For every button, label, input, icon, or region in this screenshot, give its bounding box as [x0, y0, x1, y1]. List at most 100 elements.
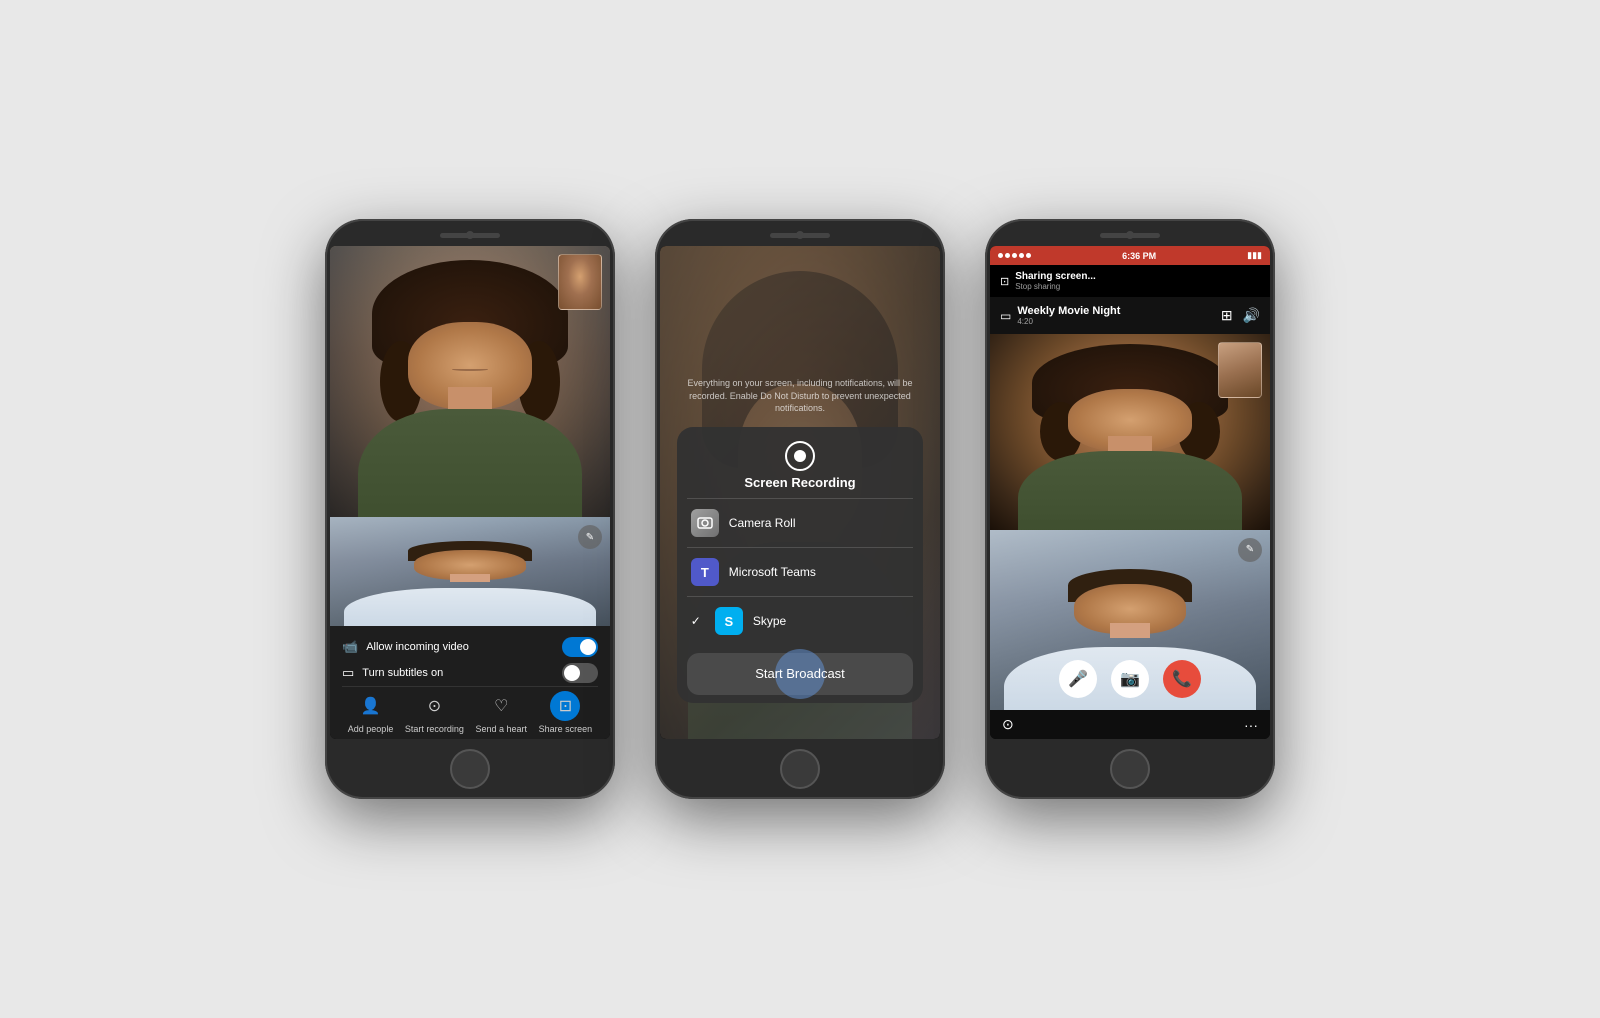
phone-camera-1 — [466, 231, 474, 239]
more-options-icon[interactable]: ··· — [1244, 717, 1258, 733]
phones-container: ✎ 📹 Allow incoming video ▭ Turn — [325, 219, 1275, 799]
video-btn[interactable]: 📷 — [1111, 660, 1149, 698]
share-sheet-card: Screen Recording Camera Roll — [677, 427, 923, 703]
toggle-row-2: ▭ Turn subtitles on — [342, 660, 598, 686]
share-screen-btn[interactable]: ⊡ Share screen — [539, 691, 593, 734]
sharing-subtitle[interactable]: Stop sharing — [1015, 282, 1260, 291]
call-title: Weekly Movie Night — [1017, 305, 1120, 317]
body — [358, 409, 582, 517]
home-btn-3[interactable] — [1110, 749, 1150, 789]
phone-screen-1: ✎ 📹 Allow incoming video ▭ Turn — [330, 246, 610, 739]
phone-screen-2: Everything on your screen, including not… — [660, 246, 940, 739]
recording-icon: ⊙ — [419, 691, 449, 721]
video-icon: 📹 — [342, 639, 358, 655]
mute-btn[interactable]: 🎤 — [1059, 660, 1097, 698]
controls-area-1: 📹 Allow incoming video ▭ Turn subtitles … — [330, 626, 610, 739]
mini-selfie-3 — [1218, 342, 1262, 398]
toggle-row-1: 📹 Allow incoming video — [342, 634, 598, 660]
call-info: ▭ Weekly Movie Night 4:20 — [1000, 305, 1120, 326]
sharing-text: Sharing screen... Stop sharing — [1015, 271, 1260, 291]
add-people-icon: 👤 — [356, 691, 386, 721]
teams-label: Microsoft Teams — [729, 565, 816, 579]
home-btn-1[interactable] — [450, 749, 490, 789]
heart-label: Send a heart — [476, 724, 528, 734]
video-area-3: ✎ 🎤 📷 📞 — [990, 334, 1270, 710]
dot-1 — [998, 253, 1003, 258]
call-duration: 4:20 — [1017, 317, 1120, 326]
recording-label: Start recording — [405, 724, 464, 734]
body-3 — [1018, 451, 1242, 529]
camera-bottom-icon[interactable]: ⊙ — [1002, 716, 1014, 733]
share-hint: Everything on your screen, including not… — [660, 369, 940, 423]
call-type-icon: ▭ — [1000, 309, 1011, 323]
status-time: 6:36 PM — [1122, 251, 1156, 261]
incoming-video-label: 📹 Allow incoming video — [342, 639, 469, 655]
edit-icon-1[interactable]: ✎ — [578, 525, 602, 549]
end-call-btn[interactable]: 📞 — [1163, 660, 1201, 698]
add-people-btn[interactable]: 👤 Add people — [348, 691, 394, 734]
phone-2: Everything on your screen, including not… — [655, 219, 945, 799]
call-header: ▭ Weekly Movie Night 4:20 ⊞ 🔊 — [990, 297, 1270, 334]
teams-option[interactable]: T Microsoft Teams — [677, 548, 923, 596]
phone2-content: Everything on your screen, including not… — [660, 246, 940, 739]
camera-roll-option[interactable]: Camera Roll — [677, 499, 923, 547]
phone-1: ✎ 📹 Allow incoming video ▭ Turn — [325, 219, 615, 799]
subtitles-icon: ▭ — [342, 665, 354, 681]
signal-dots — [998, 253, 1031, 258]
skype-label: Skype — [753, 614, 786, 628]
phone-3: 6:36 PM ▮▮▮ ⊡ Sharing screen... Stop sha… — [985, 219, 1275, 799]
edit-icon-3[interactable]: ✎ — [1238, 538, 1262, 562]
phone-screen-3: 6:36 PM ▮▮▮ ⊡ Sharing screen... Stop sha… — [990, 246, 1270, 739]
home-btn-2[interactable] — [780, 749, 820, 789]
call-header-controls: ⊞ 🔊 — [1221, 307, 1260, 324]
grid-icon[interactable]: ⊞ — [1221, 307, 1233, 324]
call-controls: 🎤 📷 📞 — [1059, 660, 1201, 698]
teams-icon: T — [691, 558, 719, 586]
share-sheet-header: Screen Recording — [677, 427, 923, 498]
phone1-content: ✎ 📹 Allow incoming video ▭ Turn — [330, 246, 610, 739]
add-people-label: Add people — [348, 724, 394, 734]
video-top-3 — [990, 334, 1270, 530]
secondary-video — [330, 517, 610, 625]
start-recording-btn[interactable]: ⊙ Start recording — [405, 691, 464, 734]
mini-face — [559, 255, 601, 309]
phone-camera-2 — [796, 231, 804, 239]
sharing-title: Sharing screen... — [1015, 271, 1260, 282]
share-screen-icon: ⊡ — [550, 691, 580, 721]
phone-camera-3 — [1126, 231, 1134, 239]
start-broadcast-text: Start Broadcast — [755, 666, 845, 681]
selected-checkmark: ✓ — [691, 614, 701, 628]
skype-icon: S — [715, 607, 743, 635]
subtitles-text: Turn subtitles on — [362, 667, 443, 679]
sharing-icon: ⊡ — [1000, 275, 1009, 288]
subtitles-toggle[interactable] — [562, 663, 598, 683]
call-title-group: Weekly Movie Night 4:20 — [1017, 305, 1120, 326]
subtitles-label: ▭ Turn subtitles on — [342, 665, 443, 681]
dot-4 — [1019, 253, 1024, 258]
dot-5 — [1026, 253, 1031, 258]
man-neck-3 — [1110, 623, 1149, 637]
incoming-video-text: Allow incoming video — [366, 641, 469, 653]
dot-2 — [1005, 253, 1010, 258]
man-neck — [450, 574, 489, 583]
video-bottom-3: ✎ 🎤 📷 📞 — [990, 530, 1270, 710]
share-screen-label: Share screen — [539, 724, 593, 734]
start-broadcast-btn[interactable]: Start Broadcast — [687, 653, 913, 695]
skype-option[interactable]: ✓ S Skype — [677, 597, 923, 645]
video-top-1 — [330, 246, 610, 517]
record-dot — [794, 450, 806, 462]
screen-recording-title: Screen Recording — [744, 475, 855, 490]
smile — [452, 367, 489, 370]
incoming-video-toggle[interactable] — [562, 637, 598, 657]
volume-icon[interactable]: 🔊 — [1243, 307, 1260, 324]
record-icon — [785, 441, 815, 471]
man-body — [344, 588, 596, 626]
send-heart-btn[interactable]: ♡ Send a heart — [476, 691, 528, 734]
camera-roll-label: Camera Roll — [729, 516, 796, 530]
status-battery: ▮▮▮ — [1247, 250, 1262, 261]
status-bar: 6:36 PM ▮▮▮ — [990, 246, 1270, 265]
dot-3 — [1012, 253, 1017, 258]
camera-roll-icon — [691, 509, 719, 537]
action-bar-1: 👤 Add people ⊙ Start recording ♡ Send a … — [342, 686, 598, 738]
sharing-banner: ⊡ Sharing screen... Stop sharing — [990, 265, 1270, 297]
